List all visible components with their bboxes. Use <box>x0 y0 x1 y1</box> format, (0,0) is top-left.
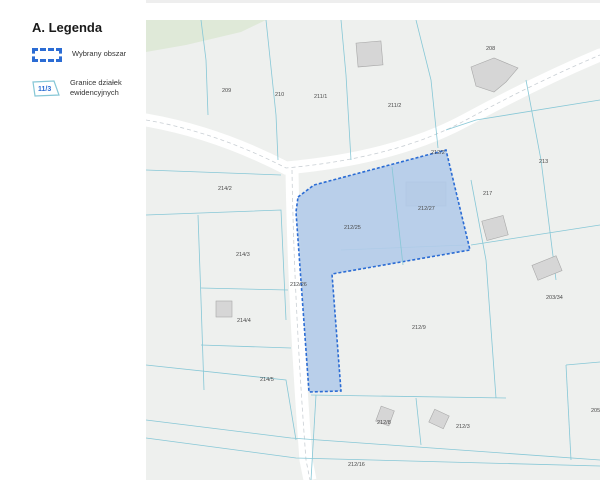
legend-item-selected-area: Wybrany obszar <box>32 46 152 62</box>
parcel-label: 217 <box>483 191 492 197</box>
parcel-boundary-swatch: 11/3 <box>32 80 60 97</box>
parcel-label: 214/4 <box>237 318 251 324</box>
parcel-label: 214/2 <box>218 186 232 192</box>
parcel-label: 210 <box>275 92 284 98</box>
parcel-label: 213 <box>539 159 548 165</box>
parcel-label: 214/3 <box>236 252 250 258</box>
selected-area-label: Wybrany obszar <box>72 49 127 58</box>
selected-area-swatch <box>32 48 62 62</box>
top-divider <box>146 0 600 3</box>
legend-title: A. Legenda <box>32 20 103 35</box>
parcel-label: 208 <box>486 46 495 52</box>
legend-item-parcel-boundaries: 11/3 Granice działek ewidencyjnych <box>32 78 150 98</box>
building <box>215 300 233 318</box>
parcel-label: 205 <box>591 408 600 414</box>
parcel-label: 209 <box>222 88 231 94</box>
parcel-label: 203/34 <box>546 295 563 301</box>
parcel-label: 212/3 <box>456 424 470 430</box>
parcel-label: 211/2 <box>388 103 401 109</box>
parcel-boundary-label: Granice działek ewidencyjnych <box>70 78 122 97</box>
parcel-label: 212/26 <box>290 282 307 288</box>
parcel-label: 211/1 <box>314 94 327 100</box>
building <box>355 40 384 68</box>
legend-panel: A. Legenda Wybrany obszar 11/3 Granice d… <box>0 0 146 480</box>
parcel-label: 212/9 <box>412 325 426 331</box>
parcel-label: 212/16 <box>348 462 365 468</box>
cadastral-map[interactable]: 209 210 211/1 211/2 208 212/2 214/2 212/… <box>146 20 600 480</box>
parcel-label: 212/8 <box>377 420 391 426</box>
parcel-label: 212/27 <box>418 206 435 212</box>
parcel-label: 212/2 <box>431 150 445 156</box>
parcel-swatch-number: 11/3 <box>38 86 52 93</box>
parcel-label: 214/5 <box>260 377 274 383</box>
parcel-label: 212/25 <box>344 225 361 231</box>
